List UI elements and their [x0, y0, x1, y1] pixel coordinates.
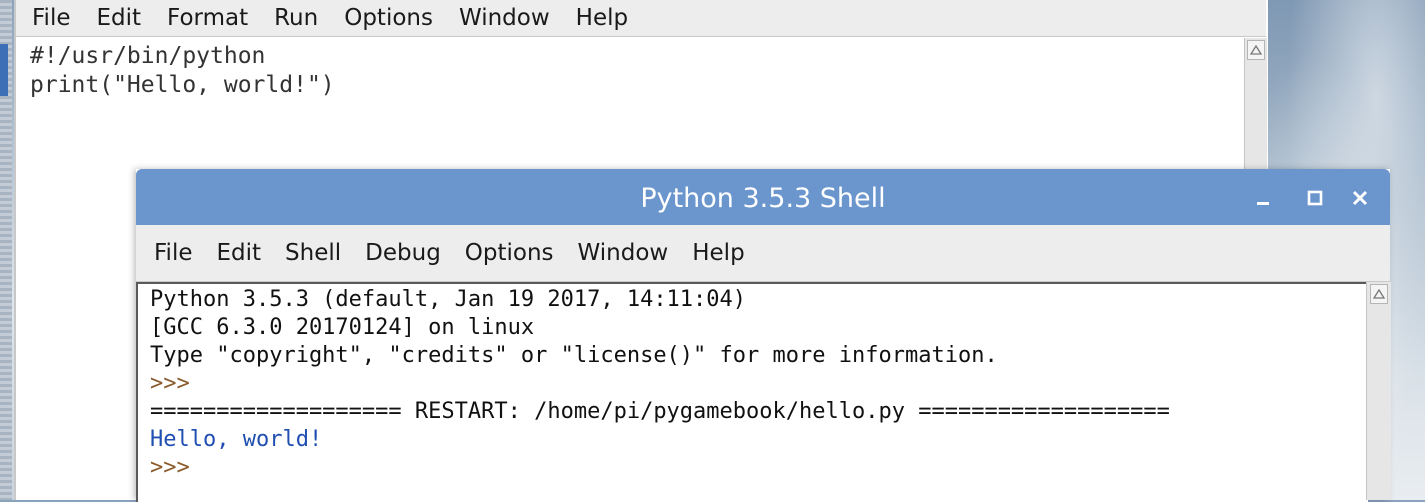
shell-titlebar[interactable]: Python 3.5.3 Shell	[136, 169, 1390, 225]
maximize-icon[interactable]	[1302, 185, 1328, 211]
shell-line: Python 3.5.3 (default, Jan 19 2017, 14:1…	[150, 287, 747, 312]
editor-code-area[interactable]: #!/usr/bin/python print("Hello, world!")	[30, 42, 335, 100]
editor-menubar: File Edit Format Run Options Window Help	[16, 0, 1266, 37]
shell-window: Python 3.5.3 Shell File Edit Shell Debug…	[136, 169, 1391, 502]
shell-menu-shell[interactable]: Shell	[285, 240, 341, 266]
minimize-icon[interactable]	[1250, 185, 1276, 211]
shell-scrollbar[interactable]	[1366, 282, 1391, 500]
shell-line: Type "copyright", "credits" or "license(…	[150, 343, 998, 368]
editor-menu-format[interactable]: Format	[167, 5, 248, 31]
shell-output-area[interactable]: Python 3.5.3 (default, Jan 19 2017, 14:1…	[136, 282, 1368, 502]
edge-highlight	[0, 44, 8, 96]
scroll-up-arrow-icon[interactable]	[1370, 284, 1388, 304]
shell-menu-help[interactable]: Help	[692, 240, 744, 266]
program-output: Hello, world!	[150, 427, 323, 452]
code-line: print("Hello, world!")	[30, 72, 335, 98]
shell-prompt[interactable]: >>>	[150, 454, 1170, 482]
shell-line: [GCC 6.3.0 20170124] on linux	[150, 315, 535, 340]
editor-menu-options[interactable]: Options	[344, 5, 433, 31]
shell-menubar: File Edit Shell Debug Options Window Hel…	[136, 225, 1390, 282]
shell-menu-edit[interactable]: Edit	[217, 240, 262, 266]
shell-prompt: >>>	[150, 371, 190, 396]
editor-menu-run[interactable]: Run	[274, 5, 318, 31]
window-title: Python 3.5.3 Shell	[640, 183, 886, 214]
editor-menu-file[interactable]: File	[32, 5, 71, 31]
shell-menu-window[interactable]: Window	[578, 240, 669, 266]
shell-menu-debug[interactable]: Debug	[365, 240, 441, 266]
shell-menu-options[interactable]: Options	[465, 240, 554, 266]
background-window-edge	[0, 0, 12, 500]
shell-menu-file[interactable]: File	[154, 240, 193, 266]
editor-menu-edit[interactable]: Edit	[97, 5, 142, 31]
editor-menu-help[interactable]: Help	[576, 5, 628, 31]
restart-line: =================== RESTART: /home/pi/py…	[150, 399, 1170, 424]
close-icon[interactable]	[1347, 185, 1373, 211]
scroll-up-arrow-icon[interactable]	[1247, 40, 1265, 60]
editor-menu-window[interactable]: Window	[459, 5, 550, 31]
code-line: #!/usr/bin/python	[30, 43, 266, 69]
